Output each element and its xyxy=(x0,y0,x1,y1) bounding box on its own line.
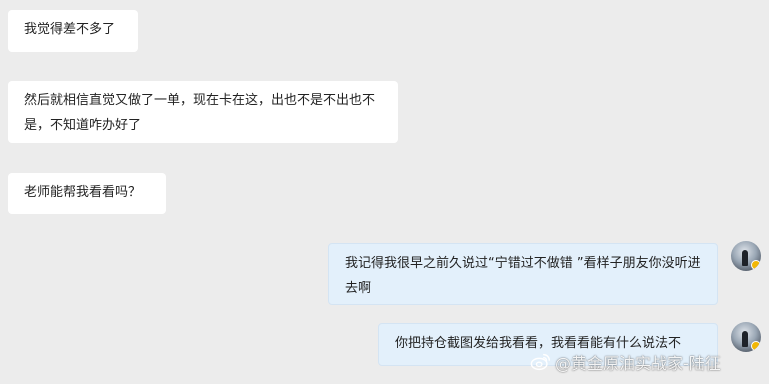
verified-badge-icon xyxy=(751,341,761,351)
message-bubble-outgoing: 我记得我很早之前久说过“宁错过不做错 ”看样子朋友你没听进去啊 xyxy=(328,243,718,305)
verified-badge-icon xyxy=(751,260,761,270)
user-avatar[interactable] xyxy=(731,322,761,352)
avatar-figure xyxy=(742,331,748,347)
message-bubble-incoming: 老师能帮我看看吗？ xyxy=(8,173,166,214)
message-bubble-incoming: 我觉得差不多了 xyxy=(8,10,138,52)
watermark: @黄金原油实战家-陆征 xyxy=(530,350,721,374)
message-bubble-incoming: 然后就相信直觉又做了一单，现在卡在这，出也不是不出也不是，不知道咋办好了 xyxy=(8,81,398,143)
user-avatar[interactable] xyxy=(731,241,761,271)
weibo-icon xyxy=(530,353,550,371)
watermark-text: @黄金原油实战家-陆征 xyxy=(555,354,721,373)
avatar-figure xyxy=(742,250,748,266)
